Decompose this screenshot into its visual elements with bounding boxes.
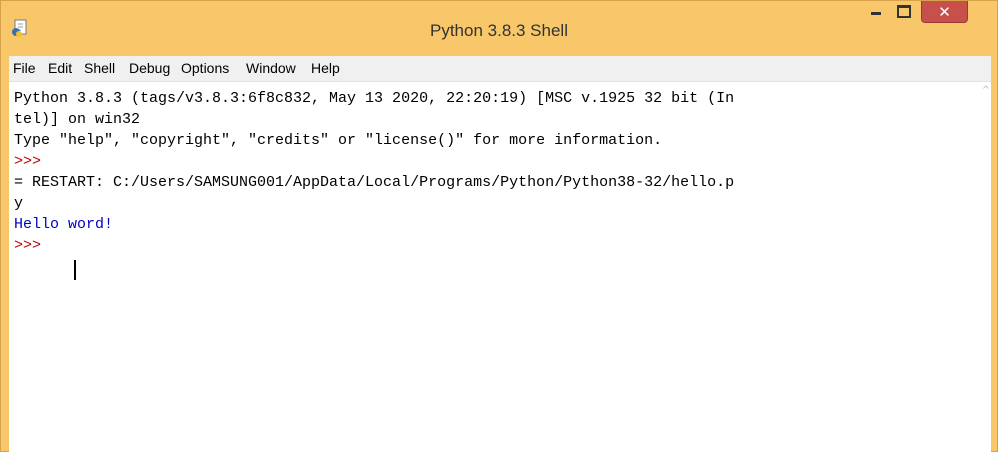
maximize-icon <box>897 5 911 18</box>
minimize-button[interactable] <box>862 1 889 23</box>
menu-edit[interactable]: Edit <box>48 60 72 76</box>
shell-info-line: Type "help", "copyright", "credits" or "… <box>14 132 663 149</box>
vertical-scrollbar[interactable]: ^ <box>981 82 991 453</box>
maximize-button[interactable] <box>890 1 917 23</box>
window-title: Python 3.8.3 Shell <box>430 21 568 40</box>
menu-shell[interactable]: Shell <box>84 60 115 76</box>
title-bar[interactable]: Python 3.8.3 Shell ✕ <box>1 1 997 56</box>
shell-prompt: >>> <box>14 237 42 254</box>
shell-banner-line: Python 3.8.3 (tags/v3.8.3:6f8c832, May 1… <box>14 90 735 107</box>
menu-bar: File Edit Shell Debug Options Window Hel… <box>9 56 991 82</box>
shell-restart-line: y <box>14 195 24 212</box>
menu-debug[interactable]: Debug <box>129 60 170 76</box>
scroll-up-arrow-icon[interactable]: ^ <box>981 85 991 96</box>
menu-window[interactable]: Window <box>246 60 296 76</box>
idle-shell-window: Python 3.8.3 Shell ✕ File Edit Shell Deb… <box>0 0 998 453</box>
shell-text-area[interactable]: Python 3.8.3 (tags/v3.8.3:6f8c832, May 1… <box>9 82 991 453</box>
menu-file[interactable]: File <box>13 60 36 76</box>
shell-prompt: >>> <box>14 153 42 170</box>
shell-banner-line: tel)] on win32 <box>14 111 141 128</box>
close-button[interactable]: ✕ <box>921 1 968 23</box>
menu-help[interactable]: Help <box>311 60 340 76</box>
close-icon: ✕ <box>938 3 951 21</box>
shell-restart-line: = RESTART: C:/Users/SAMSUNG001/AppData/L… <box>14 174 735 191</box>
minimize-icon <box>871 12 881 15</box>
shell-stdout-line: Hello word! <box>14 216 114 233</box>
text-cursor <box>74 260 76 280</box>
menu-options[interactable]: Options <box>181 60 229 76</box>
